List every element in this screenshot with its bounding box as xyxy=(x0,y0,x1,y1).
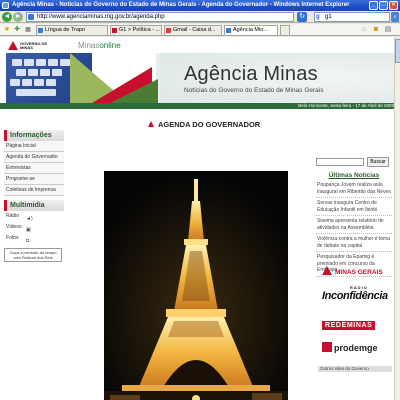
tab-lingua-de-trapo[interactable]: Língua de Trapo xyxy=(36,25,108,35)
sidebar-item-entrevistas[interactable]: Entrevistas xyxy=(4,163,64,174)
home-icon[interactable]: ⌂ xyxy=(360,26,368,34)
prodemge-square-icon xyxy=(322,342,332,352)
triangle-logo-icon xyxy=(8,41,18,50)
maximize-button[interactable]: □ xyxy=(379,1,388,10)
address-toolbar: ◄ ► http://www.agenciaminas.mg.gov.br/ag… xyxy=(0,11,400,23)
feeds-icon[interactable]: ◙ xyxy=(372,26,380,34)
site-banner: GOVERNO DE MINAS Minasonline Agência Min… xyxy=(0,37,400,109)
print-icon[interactable]: ▤ xyxy=(384,26,392,34)
other-sites-heading: Outros sites do Governo xyxy=(320,366,369,371)
site-subtitle: Notícias do Governo do Estado de Minas G… xyxy=(184,87,324,94)
site-search-input[interactable] xyxy=(316,158,364,166)
governo-minas-logo[interactable]: GOVERNO DE MINAS xyxy=(8,41,56,51)
tab-page-icon xyxy=(226,28,231,33)
vertical-scrollbar[interactable] xyxy=(394,37,400,400)
news-item[interactable]: Violência contra a mulher é tema de deba… xyxy=(316,234,392,252)
weather-forecast-link[interactable]: Ouça a previsão do tempo com Ruibran dos… xyxy=(4,248,62,262)
radio-inconfidencia-logo[interactable]: RÁDIO Inconfidência xyxy=(322,285,388,302)
new-tab-button[interactable] xyxy=(280,25,290,35)
news-item[interactable]: Servas inaugura Centro de Educação Infan… xyxy=(316,198,392,216)
browser-window: Agência Minas - Notícias do Governo do E… xyxy=(0,0,400,400)
info-heading: Informações xyxy=(4,130,64,141)
tab-g1-icon xyxy=(112,28,117,33)
address-input[interactable]: http://www.agenciaminas.mg.gov.br/agenda… xyxy=(26,12,294,22)
tab-page-icon xyxy=(38,28,43,33)
window-title: Agência Minas - Notícias do Governo do E… xyxy=(12,2,350,8)
heading-triangle-icon xyxy=(148,121,154,127)
close-button[interactable]: × xyxy=(389,1,398,10)
eiffel-tower-photo xyxy=(104,171,288,400)
tab-bar: ★ ✚ ▦ Língua de Trapo G1 > Política - ..… xyxy=(0,24,400,36)
tab-list-icon[interactable]: ▦ xyxy=(24,26,32,34)
news-item[interactable]: Sisema apresenta relatório de atividades… xyxy=(316,216,392,234)
search-go-icon[interactable]: ⌕ xyxy=(391,12,399,22)
google-icon: g xyxy=(316,14,320,20)
sidebar-item-agenda[interactable]: Agenda do Governador xyxy=(4,152,64,163)
latest-news: Últimas Notícias Poupança Jovem realiza … xyxy=(316,171,392,277)
other-sites-box: Outros sites do Governo xyxy=(318,366,392,372)
sidebar-item-pagina-inicial[interactable]: Página Inicial xyxy=(4,141,64,152)
rede-minas-logo[interactable]: REDEMINAS xyxy=(322,321,376,330)
ie-icon xyxy=(2,2,9,9)
add-favorites-icon[interactable]: ✚ xyxy=(13,26,21,34)
triangle-logo-icon xyxy=(322,266,332,275)
forward-icon[interactable]: ► xyxy=(13,12,23,22)
sidebar-item-programe-se[interactable]: Programe-se xyxy=(4,174,64,185)
sidebar-item-fotos[interactable]: Fotos ◘ xyxy=(4,233,64,244)
tab-gmail[interactable]: Gmail - Caixa d... xyxy=(164,25,222,35)
page-heading: AGENDA DO GOVERNADOR xyxy=(148,120,260,129)
multimidia-heading: Multimídia xyxy=(4,200,64,211)
sidebar-item-radio[interactable]: Rádio ◄) xyxy=(4,211,64,222)
title-bar[interactable]: Agência Minas - Notícias do Governo do E… xyxy=(0,0,400,11)
news-item[interactable]: Poupança Jovem realiza aula inaugural em… xyxy=(316,180,392,198)
tab-gmail-icon xyxy=(166,28,171,33)
tab-agencia-minas[interactable]: Agência Min... xyxy=(224,25,278,35)
search-button[interactable]: Buscar xyxy=(367,157,389,167)
eiffel-tower-illustration xyxy=(104,171,288,400)
scrollbar-thumb[interactable] xyxy=(395,39,400,63)
tab-g1-politica[interactable]: G1 > Política - ... xyxy=(110,25,162,35)
search-input[interactable]: g g1 xyxy=(314,12,390,22)
favorites-star-icon[interactable]: ★ xyxy=(3,26,11,34)
date-bar: Belo Horizonte, sexta-feira - 17 de Abri… xyxy=(0,103,400,109)
camera-icon: ◘ xyxy=(26,238,30,244)
minimize-button[interactable]: _ xyxy=(369,1,378,10)
page-icon xyxy=(28,14,34,20)
site-title: Agência Minas xyxy=(184,63,318,85)
minasonline-logo[interactable]: Minasonline xyxy=(78,41,121,50)
back-icon[interactable]: ◄ xyxy=(2,12,12,22)
left-sidebar: Informações Página Inicial Agenda do Gov… xyxy=(4,130,64,262)
prodemge-logo[interactable]: prodemge xyxy=(322,342,378,353)
refresh-icon[interactable]: ↻ xyxy=(297,12,307,22)
latest-news-heading[interactable]: Últimas Notícias xyxy=(316,171,392,180)
sidebar-item-coletivas[interactable]: Coletivas de Imprensa xyxy=(4,185,64,196)
sidebar-item-videos[interactable]: Vídeos ▣ xyxy=(4,222,64,233)
minas-gerais-logo[interactable]: MINAS GERAIS xyxy=(322,266,383,276)
